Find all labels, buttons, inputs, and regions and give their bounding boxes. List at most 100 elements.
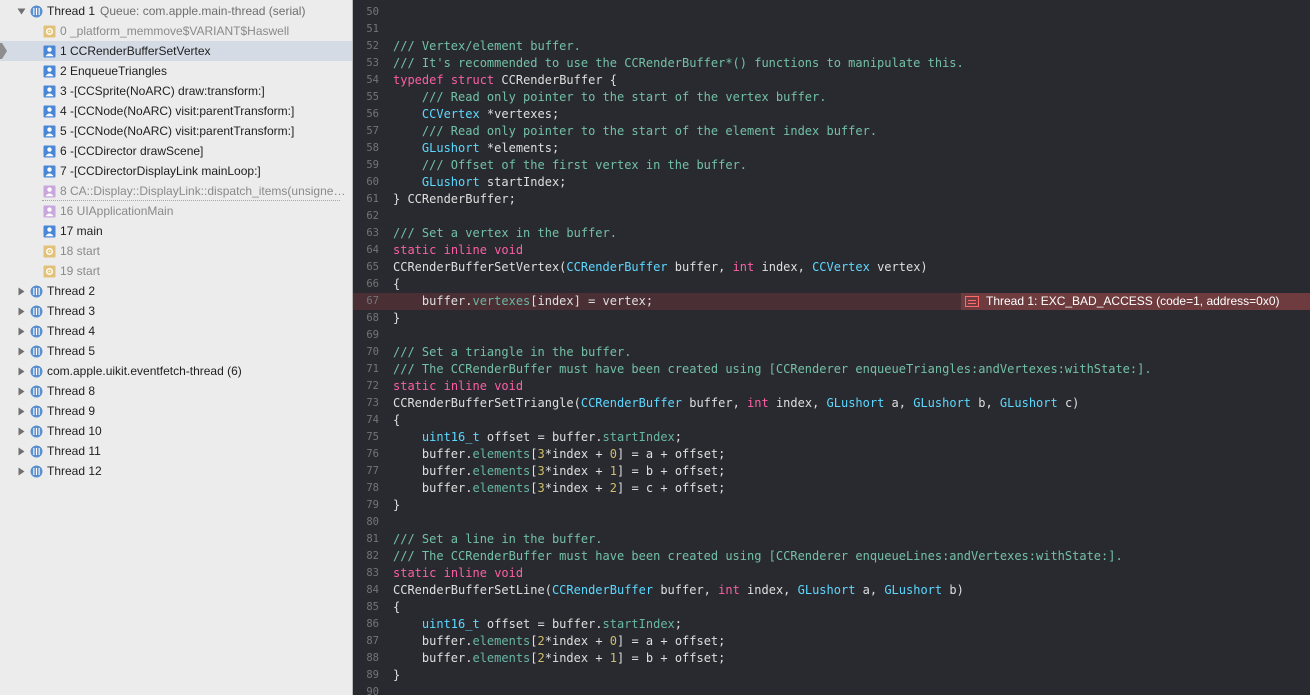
stack-frame-row[interactable]: 16 UIApplicationMain — [0, 201, 352, 221]
row-label: Thread 9 — [47, 404, 96, 418]
stack-frame-row[interactable]: 5 -[CCNode(NoARC) visit:parentTransform:… — [0, 121, 352, 141]
row-label: 19 start — [60, 264, 101, 278]
disclosure-open-icon[interactable] — [16, 6, 26, 16]
code-line[interactable]: 63 /// Set a vertex in the buffer. — [353, 225, 1310, 242]
thread-row[interactable]: Thread 3 — [0, 301, 352, 321]
stack-frame-row[interactable]: 4 -[CCNode(NoARC) visit:parentTransform:… — [0, 101, 352, 121]
code-line[interactable]: 81 /// Set a line in the buffer. — [353, 531, 1310, 548]
code-line[interactable]: 56 CCVertex *vertexes; — [353, 106, 1310, 123]
code-line[interactable]: 82 /// The CCRenderBuffer must have been … — [353, 548, 1310, 565]
disclosure-closed-icon[interactable] — [16, 386, 26, 396]
code-line[interactable]: 85 { — [353, 599, 1310, 616]
line-number: 74 — [366, 414, 379, 426]
disclosure-closed-icon[interactable] — [16, 446, 26, 456]
user-frame-icon — [43, 85, 56, 98]
code-line[interactable]: 75 uint16_t offset = buffer.startIndex; — [353, 429, 1310, 446]
line-number: 67 — [366, 295, 379, 307]
code-line[interactable]: 51 — [353, 21, 1310, 38]
code-line[interactable]: 70 /// Set a triangle in the buffer. — [353, 344, 1310, 361]
code-line[interactable]: 74 { — [353, 412, 1310, 429]
thread-row[interactable]: Thread 2 — [0, 281, 352, 301]
thread-row[interactable]: Thread 8 — [0, 381, 352, 401]
code-token: GLushort — [421, 141, 480, 155]
code-token: CCRenderBufferSetTriangle( — [393, 396, 581, 410]
thread-row[interactable]: Thread 10 — [0, 421, 352, 441]
code-text: buffer.elements[3*index + 0] = a + offse… — [393, 446, 726, 463]
error-code-line[interactable]: 67 buffer.vertexes[index] = vertex; Threa… — [353, 293, 1310, 310]
thread-row[interactable]: com.apple.uikit.eventfetch-thread (6) — [0, 361, 352, 381]
code-line[interactable]: 77 buffer.elements[3*index + 1] = b + of… — [353, 463, 1310, 480]
line-number: 77 — [366, 465, 379, 477]
code-line[interactable]: 62 — [353, 208, 1310, 225]
code-line[interactable]: 53 /// It's recommended to use the CCRend… — [353, 55, 1310, 72]
code-token: 2 — [609, 481, 618, 495]
code-line[interactable]: 50 — [353, 4, 1310, 21]
code-line[interactable]: 78 buffer.elements[3*index + 2] = c + of… — [353, 480, 1310, 497]
code-token: 2 — [537, 651, 545, 665]
code-line[interactable]: 86 uint16_t offset = buffer.startIndex; — [353, 616, 1310, 633]
code-line[interactable]: 57 /// Read only pointer to the start of… — [353, 123, 1310, 140]
code-token: buffer. — [393, 634, 473, 648]
code-line[interactable]: 71 /// The CCRenderBuffer must have been … — [353, 361, 1310, 378]
error-menu-icon[interactable] — [965, 296, 979, 307]
code-line[interactable]: 52 /// Vertex/element buffer. — [353, 38, 1310, 55]
stack-frame-row[interactable]: 3 -[CCSprite(NoARC) draw:transform:] — [0, 81, 352, 101]
code-line[interactable]: 83 static inline void — [353, 565, 1310, 582]
code-text: CCRenderBufferSetTriangle(CCRenderBuffer… — [393, 395, 1079, 412]
stack-frame-row[interactable]: 0 _platform_memmove$VARIANT$Haswell — [0, 21, 352, 41]
thread-row[interactable]: Thread 5 — [0, 341, 352, 361]
thread-row[interactable]: Thread 4 — [0, 321, 352, 341]
code-line[interactable]: 64 static inline void — [353, 242, 1310, 259]
thread-row[interactable]: Thread 1 Queue: com.apple.main-thread (se… — [0, 1, 352, 21]
code-token: [ — [530, 481, 538, 495]
disclosure-closed-icon[interactable] — [16, 346, 26, 356]
error-annotation[interactable]: Thread 1: EXC_BAD_ACCESS (code=1, addres… — [961, 293, 1310, 310]
stack-frame-row[interactable]: 1 CCRenderBufferSetVertex — [0, 41, 352, 61]
code-text: buffer.elements[2*index + 1] = b + offse… — [393, 650, 726, 667]
code-line[interactable]: 88 buffer.elements[2*index + 1] = b + of… — [353, 650, 1310, 667]
code-token: { — [393, 413, 401, 427]
code-line[interactable]: 89} — [353, 667, 1310, 684]
disclosure-closed-icon[interactable] — [16, 426, 26, 436]
code-line[interactable]: 73 CCRenderBufferSetTriangle(CCRenderBuff… — [353, 395, 1310, 412]
code-line[interactable]: 79} — [353, 497, 1310, 514]
stack-frame-row[interactable]: 17 main — [0, 221, 352, 241]
disclosure-closed-icon[interactable] — [16, 366, 26, 376]
code-line[interactable]: 72 static inline void — [353, 378, 1310, 395]
code-line[interactable]: 58 GLushort *elements; — [353, 140, 1310, 157]
code-line[interactable]: 76 buffer.elements[3*index + 0] = a + of… — [353, 446, 1310, 463]
code-token: b, — [971, 396, 1000, 410]
stack-frame-row[interactable]: 19 start — [0, 261, 352, 281]
code-line[interactable]: 84 CCRenderBufferSetLine(CCRenderBuffer b… — [353, 582, 1310, 599]
thread-row[interactable]: Thread 11 — [0, 441, 352, 461]
code-line[interactable]: 59 /// Offset of the first vertex in the… — [353, 157, 1310, 174]
code-line[interactable]: 80 — [353, 514, 1310, 531]
code-token: GLushort — [421, 175, 480, 189]
code-line[interactable]: 54 typedef struct CCRenderBuffer { — [353, 72, 1310, 89]
code-line[interactable]: 90 — [353, 684, 1310, 695]
disclosure-closed-icon[interactable] — [16, 326, 26, 336]
code-line[interactable]: 65 CCRenderBufferSetVertex(CCRenderBuffer… — [353, 259, 1310, 276]
code-line[interactable]: 60 GLushort startIndex; — [353, 174, 1310, 191]
thread-row[interactable]: Thread 12 — [0, 461, 352, 481]
thread-row[interactable]: Thread 9 — [0, 401, 352, 421]
code-line[interactable]: 55 /// Read only pointer to the start of… — [353, 89, 1310, 106]
disclosure-closed-icon[interactable] — [16, 406, 26, 416]
stack-frame-row[interactable]: 18 start — [0, 241, 352, 261]
code-line[interactable]: 68} — [353, 310, 1310, 327]
stack-frame-row[interactable]: 7 -[CCDirectorDisplayLink mainLoop:] — [0, 161, 352, 181]
stack-frame-row[interactable]: 6 -[CCDirector drawScene] — [0, 141, 352, 161]
code-line[interactable]: 61} CCRenderBuffer; — [353, 191, 1310, 208]
code-line[interactable]: 66 { — [353, 276, 1310, 293]
disclosure-closed-icon[interactable] — [16, 306, 26, 316]
stack-frame-row[interactable]: 8 CA::Display::DisplayLink::dispatch_ite… — [0, 181, 352, 201]
code-token: 1 — [609, 651, 618, 665]
code-token: inline — [443, 379, 487, 393]
disclosure-closed-icon[interactable] — [16, 466, 26, 476]
disclosure-closed-icon[interactable] — [16, 286, 26, 296]
line-number: 61 — [366, 193, 379, 205]
code-line[interactable]: 87 buffer.elements[2*index + 0] = a + of… — [353, 633, 1310, 650]
stack-frame-row[interactable]: 2 EnqueueTriangles — [0, 61, 352, 81]
code-line[interactable]: 69 — [353, 327, 1310, 344]
